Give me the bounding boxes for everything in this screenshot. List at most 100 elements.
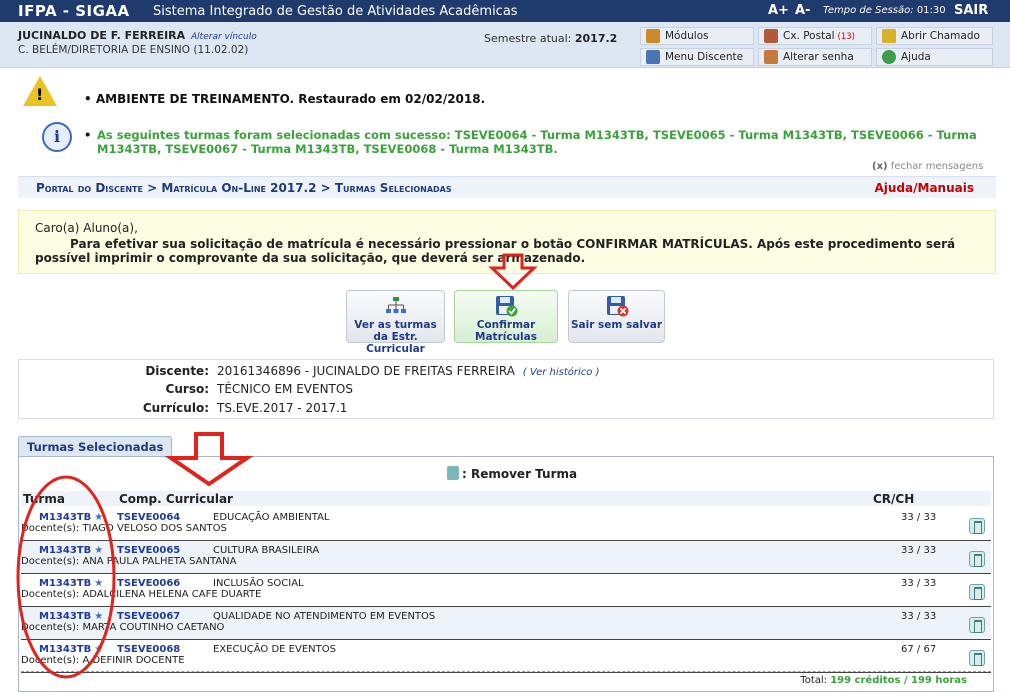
crch-value: 67 / 67: [901, 644, 937, 655]
remove-legend-label: : Remover Turma: [462, 467, 578, 481]
help-manuals-link[interactable]: Ajuda/Manuais: [875, 181, 975, 195]
session-timer: Tempo de Sessão: 01:30: [823, 5, 946, 16]
componente-code-link[interactable]: TSEVE0065: [117, 545, 180, 556]
turma-link[interactable]: M1343TB ★: [39, 644, 103, 655]
alterar-senha-label: Alterar senha: [783, 51, 854, 63]
star-icon: ★: [94, 578, 104, 589]
semester-label: Semestre atual:: [484, 32, 572, 45]
change-link-link[interactable]: Alterar vínculo: [191, 32, 257, 42]
notice-greeting: Caro(a) Aluno(a),: [35, 221, 138, 235]
success-text: As seguintes turmas foram selecionadas c…: [97, 128, 977, 156]
warning-text: AMBIENTE DE TREINAMENTO. Restaurado em 0…: [95, 92, 486, 106]
selected-classes-panel: : Remover Turma Turma Comp. Curricular C…: [18, 456, 994, 692]
close-icon: (x): [872, 161, 888, 172]
user-name: JUCINALDO DE F. FERREIRA: [18, 29, 186, 42]
font-increase-button[interactable]: A+: [768, 3, 789, 18]
confirmar-label: Confirmar Matrículas: [475, 319, 537, 343]
system-name: Sistema Integrado de Gestão de Atividade…: [153, 4, 518, 19]
tab-turmas-selecionadas[interactable]: Turmas Selecionadas: [18, 436, 173, 457]
curso-label: Curso:: [165, 382, 209, 396]
top-bar: IFPA - SIGAA Sistema Integrado de Gestão…: [0, 0, 1010, 22]
discente-label: Discente:: [145, 364, 209, 378]
system-logo: IFPA - SIGAA: [18, 2, 130, 20]
remove-trash-icon[interactable]: [969, 551, 985, 567]
warning-message: • AMBIENTE DE TREINAMENTO. Restaurado em…: [84, 92, 485, 106]
turma-link[interactable]: M1343TB ★: [39, 611, 103, 622]
componente-code-link[interactable]: TSEVE0064: [117, 512, 180, 523]
ajuda-button[interactable]: Ajuda: [876, 48, 993, 66]
remove-trash-icon[interactable]: [969, 518, 985, 534]
table-row: M1343TB ★ TSEVE0065 CULTURA BRASILEIRA Docen…: [21, 541, 991, 574]
cx-postal-count: (13): [837, 32, 855, 42]
tree-structure-icon: [385, 297, 406, 313]
instruction-notice: Caro(a) Aluno(a), Para efetivar sua soli…: [18, 210, 996, 274]
ver-turmas-button[interactable]: Ver as turmas da Estr. Curricular: [346, 290, 445, 355]
menu-discente-label: Menu Discente: [665, 51, 744, 63]
user-department: C. BELÉM/DIRETORIA DE ENSINO (11.02.02): [18, 44, 249, 56]
docente-text: Docente(s): TIAGO VELOSO DOS SANTOS: [21, 523, 227, 534]
table-header: Turma Comp. Curricular CR/CH: [21, 491, 991, 506]
cx-postal-button[interactable]: Cx. Postal (13): [758, 27, 872, 45]
abrir-chamado-button[interactable]: Abrir Chamado: [876, 27, 993, 45]
info-icon: i: [42, 122, 72, 152]
warning-icon-mark: !: [36, 85, 44, 104]
componente-code-link[interactable]: TSEVE0066: [117, 578, 180, 589]
sair-label: Sair sem salvar: [570, 319, 663, 331]
turma-code: M1343TB: [39, 611, 92, 622]
cx-postal-label: Cx. Postal: [783, 30, 835, 42]
close-messages-link[interactable]: (x) fechar mensagens: [872, 161, 983, 172]
star-icon: ★: [94, 545, 104, 556]
ticket-icon: [882, 29, 896, 43]
docente-text: Docente(s): MARTA COUTINHO CAETANO: [21, 622, 225, 633]
turma-link[interactable]: M1343TB ★: [39, 512, 103, 523]
breadcrumb: Portal do Discente > Matrícula On-Line 2…: [18, 176, 996, 198]
warning-bullet: •: [84, 92, 96, 106]
save-confirm-icon: [496, 296, 518, 317]
componente-code-link[interactable]: TSEVE0068: [117, 644, 180, 655]
cancel-save-icon: [606, 296, 628, 317]
ajuda-label: Ajuda: [901, 51, 931, 63]
session-time: 01:30: [916, 5, 946, 16]
close-messages-label: fechar mensagens: [890, 161, 984, 172]
remove-trash-icon[interactable]: [969, 617, 985, 633]
componente-name: CULTURA BRASILEIRA: [213, 545, 320, 556]
turma-link[interactable]: M1343TB ★: [39, 578, 103, 589]
alterar-senha-button[interactable]: Alterar senha: [758, 48, 872, 66]
ver-turmas-label: Ver as turmas da Estr. Curricular: [354, 319, 437, 355]
font-decrease-button[interactable]: A-: [795, 3, 810, 18]
remove-trash-icon[interactable]: [969, 584, 985, 600]
table-row: M1343TB ★ TSEVE0066 INCLUSÃO SOCIAL Docente(…: [21, 574, 991, 607]
remove-trash-icon[interactable]: [969, 650, 985, 666]
remove-legend: : Remover Turma: [447, 466, 577, 481]
col-comp-curricular: Comp. Curricular: [119, 492, 233, 506]
star-icon: ★: [94, 512, 104, 523]
confirmar-matriculas-button[interactable]: Confirmar Matrículas: [454, 290, 558, 343]
componente-code-link[interactable]: TSEVE0067: [117, 611, 180, 622]
menu-discente-button[interactable]: Menu Discente: [640, 48, 754, 66]
trash-icon: [447, 466, 459, 480]
password-icon: [764, 50, 778, 64]
menu-icon: [646, 50, 660, 64]
breadcrumb-path[interactable]: Portal do Discente > Matrícula On-Line 2…: [36, 181, 452, 195]
logout-button[interactable]: SAIR: [954, 3, 988, 18]
ver-historico-link[interactable]: ( Ver histórico ): [523, 367, 600, 378]
docente-text: Docente(s): ADALCILENA HELENA CAFE DUART…: [21, 589, 262, 600]
modulos-button[interactable]: Módulos: [640, 27, 754, 45]
crch-value: 33 / 33: [901, 611, 937, 622]
turma-code: M1343TB: [39, 578, 92, 589]
componente-name: INCLUSÃO SOCIAL: [213, 578, 304, 589]
sair-sem-salvar-button[interactable]: Sair sem salvar: [568, 290, 665, 343]
col-crch: CR/CH: [873, 492, 915, 506]
mailbox-icon: [764, 29, 778, 43]
star-icon: ★: [94, 611, 104, 622]
success-message: • As seguintes turmas foram selecionadas…: [84, 128, 984, 156]
turma-link[interactable]: M1343TB ★: [39, 545, 103, 556]
session-label: Tempo de Sessão:: [823, 5, 914, 16]
semester-value: 2017.2: [574, 32, 618, 45]
total-value-wrap: Total: 199 créditos / 199 horas: [800, 675, 967, 686]
total-label: Total:: [800, 675, 828, 686]
discente-value: 20161346896 - JUCINALDO DE FREITAS FERRE…: [217, 364, 515, 378]
discente-value-wrap: 20161346896 - JUCINALDO DE FREITAS FERRE…: [217, 364, 600, 378]
turma-code: M1343TB: [39, 512, 92, 523]
user-bar: JUCINALDO DE F. FERREIRA Alterar vínculo…: [0, 22, 1010, 68]
